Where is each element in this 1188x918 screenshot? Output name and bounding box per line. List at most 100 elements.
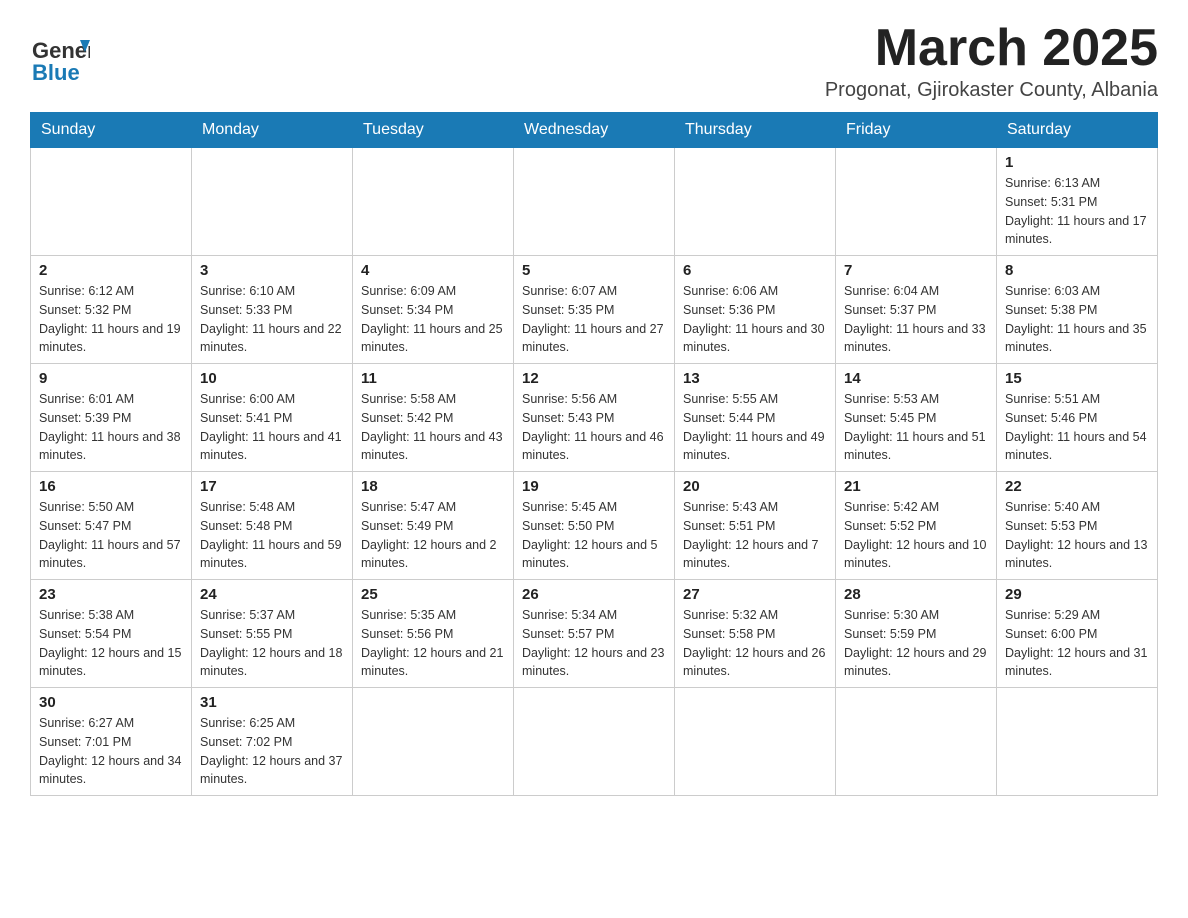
- day-number: 19: [522, 478, 666, 495]
- calendar-day-cell: 10 Sunrise: 6:00 AM Sunset: 5:41 PM Dayli…: [192, 364, 353, 472]
- day-info: Sunrise: 6:01 AM Sunset: 5:39 PM Dayligh…: [39, 390, 183, 465]
- day-number: 6: [683, 262, 827, 279]
- calendar-day-header: Tuesday: [353, 113, 514, 148]
- calendar-day-cell: 8Sunrise: 6:03 AM Sunset: 5:38 PM Daylig…: [997, 256, 1158, 364]
- calendar-day-cell: 12Sunrise: 5:56 AM Sunset: 5:43 PM Dayli…: [514, 364, 675, 472]
- day-info: Sunrise: 6:07 AM Sunset: 5:35 PM Dayligh…: [522, 282, 666, 357]
- calendar-day-cell: 30Sunrise: 6:27 AM Sunset: 7:01 PM Dayli…: [31, 688, 192, 796]
- page-header: General Blue March 2025 Progonat, Gjirok…: [30, 20, 1158, 102]
- day-info: Sunrise: 5:50 AM Sunset: 5:47 PM Dayligh…: [39, 498, 183, 573]
- day-number: 29: [1005, 586, 1149, 603]
- day-info: Sunrise: 6:10 AM Sunset: 5:33 PM Dayligh…: [200, 282, 344, 357]
- day-info: Sunrise: 6:27 AM Sunset: 7:01 PM Dayligh…: [39, 714, 183, 789]
- calendar-day-cell: [353, 148, 514, 256]
- day-info: Sunrise: 6:00 AM Sunset: 5:41 PM Dayligh…: [200, 390, 344, 465]
- calendar-day-cell: [675, 688, 836, 796]
- calendar-day-cell: 11 Sunrise: 5:58 AM Sunset: 5:42 PM Dayli…: [353, 364, 514, 472]
- day-info: Sunrise: 5:35 AM Sunset: 5:56 PM Dayligh…: [361, 606, 505, 681]
- calendar-week-row: 16Sunrise: 5:50 AM Sunset: 5:47 PM Dayli…: [31, 472, 1158, 580]
- calendar-day-cell: [675, 148, 836, 256]
- calendar-day-cell: [997, 688, 1158, 796]
- logo-icon: General Blue: [30, 30, 90, 85]
- day-number: 10: [200, 370, 344, 387]
- calendar-day-cell: 16Sunrise: 5:50 AM Sunset: 5:47 PM Dayli…: [31, 472, 192, 580]
- day-number: 13: [683, 370, 827, 387]
- calendar-day-cell: [836, 148, 997, 256]
- day-number: 14: [844, 370, 988, 387]
- day-number: 11: [361, 370, 505, 387]
- day-info: Sunrise: 5:32 AM Sunset: 5:58 PM Dayligh…: [683, 606, 827, 681]
- day-info: Sunrise: 6:13 AM Sunset: 5:31 PM Dayligh…: [1005, 174, 1149, 249]
- calendar-day-cell: [353, 688, 514, 796]
- calendar-day-header: Sunday: [31, 113, 192, 148]
- day-number: 5: [522, 262, 666, 279]
- calendar-day-cell: [31, 148, 192, 256]
- calendar-day-cell: 7Sunrise: 6:04 AM Sunset: 5:37 PM Daylig…: [836, 256, 997, 364]
- calendar-week-row: 30Sunrise: 6:27 AM Sunset: 7:01 PM Dayli…: [31, 688, 1158, 796]
- day-number: 20: [683, 478, 827, 495]
- day-info: Sunrise: 5:45 AM Sunset: 5:50 PM Dayligh…: [522, 498, 666, 573]
- calendar-week-row: 1 Sunrise: 6:13 AM Sunset: 5:31 PM Daylig…: [31, 148, 1158, 256]
- day-info: Sunrise: 5:55 AM Sunset: 5:44 PM Dayligh…: [683, 390, 827, 465]
- day-number: 2: [39, 262, 183, 279]
- day-info: Sunrise: 5:37 AM Sunset: 5:55 PM Dayligh…: [200, 606, 344, 681]
- day-number: 15: [1005, 370, 1149, 387]
- calendar-day-header: Thursday: [675, 113, 836, 148]
- calendar-day-cell: 27 Sunrise: 5:32 AM Sunset: 5:58 PM Dayli…: [675, 580, 836, 688]
- calendar-day-cell: 4Sunrise: 6:09 AM Sunset: 5:34 PM Daylig…: [353, 256, 514, 364]
- day-info: Sunrise: 5:34 AM Sunset: 5:57 PM Dayligh…: [522, 606, 666, 681]
- day-number: 28: [844, 586, 988, 603]
- day-number: 8: [1005, 262, 1149, 279]
- svg-text:Blue: Blue: [32, 60, 80, 85]
- calendar-day-header: Wednesday: [514, 113, 675, 148]
- month-title: March 2025: [825, 20, 1158, 77]
- calendar-day-cell: 14 Sunrise: 5:53 AM Sunset: 5:45 PM Dayli…: [836, 364, 997, 472]
- day-info: Sunrise: 5:42 AM Sunset: 5:52 PM Dayligh…: [844, 498, 988, 573]
- day-info: Sunrise: 5:48 AM Sunset: 5:48 PM Dayligh…: [200, 498, 344, 573]
- day-number: 17: [200, 478, 344, 495]
- calendar-day-cell: 15 Sunrise: 5:51 AM Sunset: 5:46 PM Dayli…: [997, 364, 1158, 472]
- calendar-day-cell: 1 Sunrise: 6:13 AM Sunset: 5:31 PM Daylig…: [997, 148, 1158, 256]
- day-number: 21: [844, 478, 988, 495]
- calendar-day-cell: 6 Sunrise: 6:06 AM Sunset: 5:36 PM Daylig…: [675, 256, 836, 364]
- calendar-day-cell: 29 Sunrise: 5:29 AM Sunset: 6:00 PM Dayli…: [997, 580, 1158, 688]
- day-info: Sunrise: 5:47 AM Sunset: 5:49 PM Dayligh…: [361, 498, 505, 573]
- calendar-header-row: SundayMondayTuesdayWednesdayThursdayFrid…: [31, 113, 1158, 148]
- day-info: Sunrise: 5:43 AM Sunset: 5:51 PM Dayligh…: [683, 498, 827, 573]
- day-info: Sunrise: 5:58 AM Sunset: 5:42 PM Dayligh…: [361, 390, 505, 465]
- calendar-table: SundayMondayTuesdayWednesdayThursdayFrid…: [30, 112, 1158, 796]
- calendar-week-row: 9 Sunrise: 6:01 AM Sunset: 5:39 PM Daylig…: [31, 364, 1158, 472]
- calendar-day-cell: 20 Sunrise: 5:43 AM Sunset: 5:51 PM Dayli…: [675, 472, 836, 580]
- day-number: 27: [683, 586, 827, 603]
- calendar-day-cell: 17 Sunrise: 5:48 AM Sunset: 5:48 PM Dayli…: [192, 472, 353, 580]
- day-info: Sunrise: 5:29 AM Sunset: 6:00 PM Dayligh…: [1005, 606, 1149, 681]
- calendar-day-cell: [192, 148, 353, 256]
- day-number: 3: [200, 262, 344, 279]
- calendar-day-cell: 22Sunrise: 5:40 AM Sunset: 5:53 PM Dayli…: [997, 472, 1158, 580]
- calendar-day-cell: 3 Sunrise: 6:10 AM Sunset: 5:33 PM Daylig…: [192, 256, 353, 364]
- logo: General Blue: [30, 30, 90, 90]
- day-number: 24: [200, 586, 344, 603]
- day-info: Sunrise: 5:51 AM Sunset: 5:46 PM Dayligh…: [1005, 390, 1149, 465]
- day-info: Sunrise: 5:53 AM Sunset: 5:45 PM Dayligh…: [844, 390, 988, 465]
- day-info: Sunrise: 5:30 AM Sunset: 5:59 PM Dayligh…: [844, 606, 988, 681]
- day-number: 18: [361, 478, 505, 495]
- calendar-day-cell: 28 Sunrise: 5:30 AM Sunset: 5:59 PM Dayli…: [836, 580, 997, 688]
- day-number: 9: [39, 370, 183, 387]
- calendar-day-cell: 13 Sunrise: 5:55 AM Sunset: 5:44 PM Dayli…: [675, 364, 836, 472]
- calendar-day-cell: 5 Sunrise: 6:07 AM Sunset: 5:35 PM Daylig…: [514, 256, 675, 364]
- calendar-day-cell: 2 Sunrise: 6:12 AM Sunset: 5:32 PM Daylig…: [31, 256, 192, 364]
- day-info: Sunrise: 6:12 AM Sunset: 5:32 PM Dayligh…: [39, 282, 183, 357]
- day-number: 1: [1005, 154, 1149, 171]
- calendar-week-row: 2 Sunrise: 6:12 AM Sunset: 5:32 PM Daylig…: [31, 256, 1158, 364]
- day-info: Sunrise: 6:04 AM Sunset: 5:37 PM Dayligh…: [844, 282, 988, 357]
- calendar-day-cell: [514, 148, 675, 256]
- calendar-day-header: Friday: [836, 113, 997, 148]
- calendar-week-row: 23Sunrise: 5:38 AM Sunset: 5:54 PM Dayli…: [31, 580, 1158, 688]
- calendar-day-cell: 24 Sunrise: 5:37 AM Sunset: 5:55 PM Dayli…: [192, 580, 353, 688]
- calendar-day-cell: [836, 688, 997, 796]
- day-number: 4: [361, 262, 505, 279]
- day-info: Sunrise: 6:06 AM Sunset: 5:36 PM Dayligh…: [683, 282, 827, 357]
- day-number: 22: [1005, 478, 1149, 495]
- calendar-day-cell: 21 Sunrise: 5:42 AM Sunset: 5:52 PM Dayli…: [836, 472, 997, 580]
